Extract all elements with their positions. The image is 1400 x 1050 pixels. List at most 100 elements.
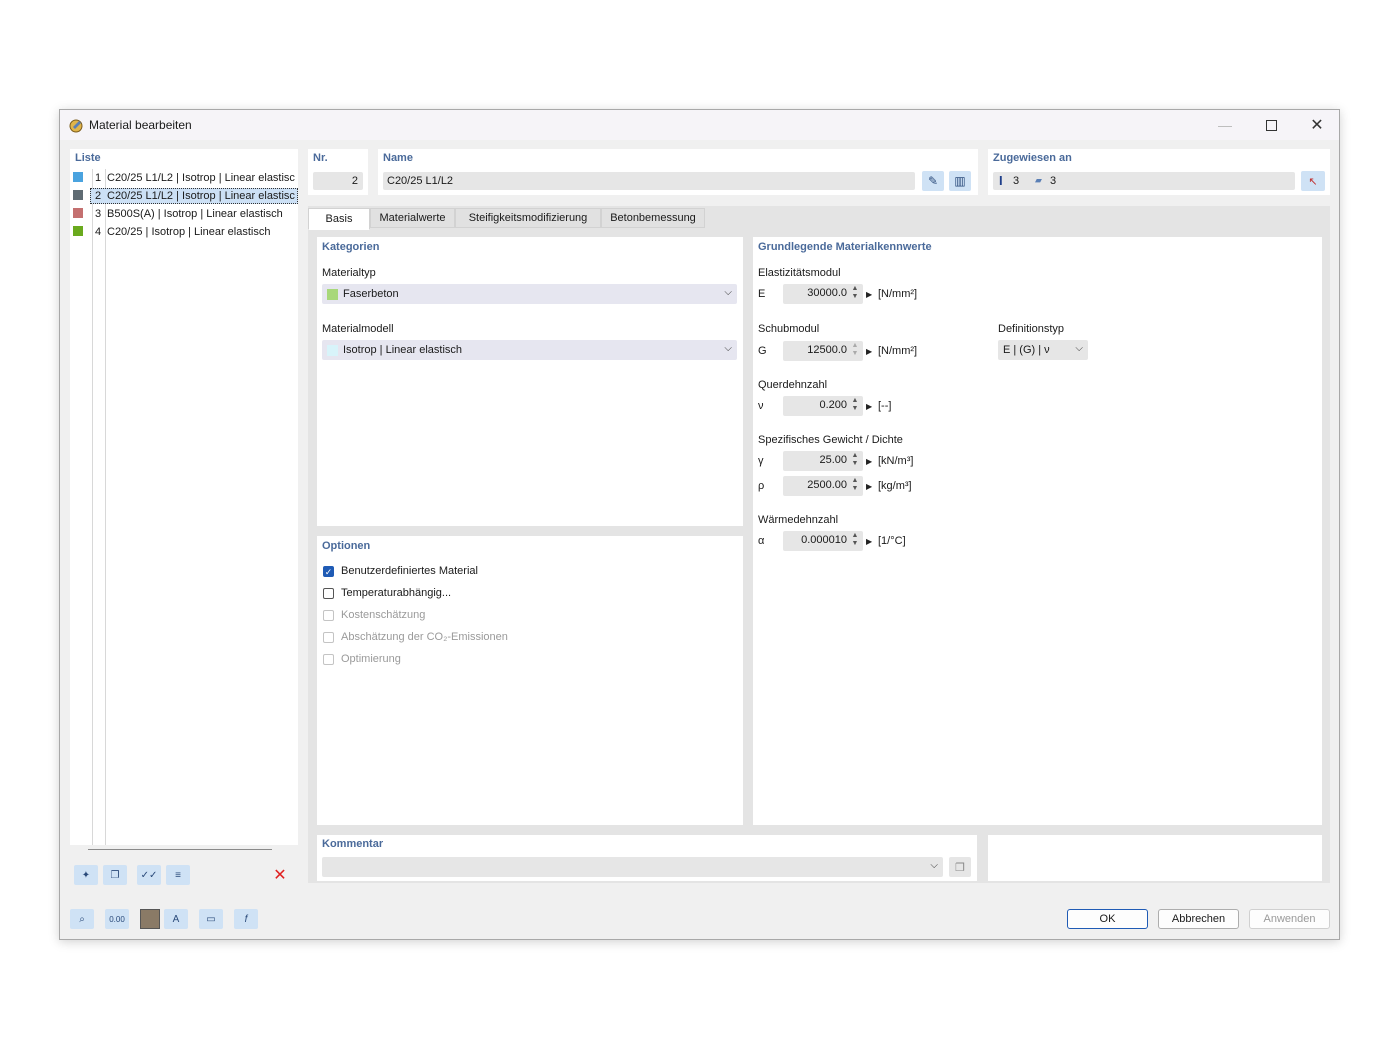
- units-button[interactable]: 0.00: [105, 909, 129, 929]
- display-icon: A: [173, 914, 180, 925]
- ok-button[interactable]: OK: [1067, 909, 1148, 929]
- decimal-icon: 0.00: [109, 915, 125, 924]
- search-icon: ⌕: [79, 914, 85, 925]
- apply-button[interactable]: Anwenden: [1249, 909, 1330, 929]
- new-material-button[interactable]: ✦: [74, 865, 98, 885]
- e-symbol: E: [758, 288, 765, 300]
- material-properties-panel: Grundlegende Materialkennwerte Elastizit…: [753, 237, 1322, 825]
- alpha-symbol: α: [758, 535, 764, 547]
- tab-steifigkeitsmodifizierung[interactable]: Steifigkeitsmodifizierung: [455, 208, 601, 228]
- material-color-icon: [73, 226, 83, 236]
- comment-input[interactable]: ⌵: [322, 857, 943, 877]
- edit-name-button[interactable]: ✎: [922, 171, 944, 191]
- list-header: Liste: [75, 152, 101, 164]
- definition-type-value: E | (G) | ν: [1003, 344, 1050, 356]
- material-type-select[interactable]: Faserbeton ⌵: [322, 284, 737, 304]
- spinner-icon[interactable]: ▲▼: [851, 532, 859, 550]
- tab-betonbemessung[interactable]: Betonbemessung: [601, 208, 705, 228]
- material-model-select[interactable]: Isotrop | Linear elastisch ⌵: [322, 340, 737, 360]
- list-item-number: 1: [95, 172, 101, 184]
- list-item[interactable]: 1C20/25 L1/L2 | Isotrop | Linear elastis…: [70, 170, 298, 187]
- function-icon: f: [245, 914, 248, 925]
- list-item[interactable]: 3B500S(A) | Isotrop | Linear elastisch: [70, 206, 298, 223]
- definition-type-select[interactable]: E | (G) | ν ⌵: [998, 340, 1088, 360]
- list-item-label: C20/25 | Isotrop | Linear elastisch: [107, 226, 297, 238]
- alpha-unit: [1/°C]: [878, 535, 906, 547]
- g-symbol: G: [758, 345, 767, 357]
- thermal-expansion-input[interactable]: 0.000010 ▲▼: [783, 531, 863, 551]
- weight-group-label: Spezifisches Gewicht / Dichte: [758, 434, 903, 446]
- member-icon: I: [999, 173, 1003, 188]
- material-model-label: Materialmodell: [322, 323, 394, 335]
- option-label[interactable]: Benutzerdefiniertes Material: [341, 565, 478, 577]
- search-button[interactable]: ⌕: [70, 909, 94, 929]
- tab-basis[interactable]: Basis: [308, 208, 370, 230]
- color-button[interactable]: [140, 909, 160, 929]
- set-icon: ▰: [1035, 175, 1042, 186]
- alpha-menu-arrow-icon[interactable]: ▶: [866, 537, 872, 546]
- comment-copy-button[interactable]: ❐: [949, 857, 971, 877]
- tab-container: BasisMaterialwerteSteifigkeitsmodifizier…: [308, 206, 1330, 883]
- g-group-label: Schubmodul: [758, 323, 819, 335]
- nr-label: Nr.: [313, 152, 328, 164]
- edit-icon: ✎: [928, 174, 938, 188]
- option-label[interactable]: Temperaturabhängig...: [341, 587, 451, 599]
- list-item-number: 3: [95, 208, 101, 220]
- name-input[interactable]: C20/25 L1/L2: [383, 172, 915, 190]
- check-used-button[interactable]: ✓✓: [137, 865, 161, 885]
- spinner-icon[interactable]: ▲▼: [851, 342, 859, 360]
- display-properties-button[interactable]: A: [164, 909, 188, 929]
- g-modulus-input[interactable]: 12500.0 ▲▼: [783, 341, 863, 361]
- formula-button[interactable]: f: [234, 909, 258, 929]
- spinner-icon[interactable]: ▲▼: [851, 285, 859, 303]
- specific-weight-input[interactable]: 25.00 ▲▼: [783, 451, 863, 471]
- sets-count: 3: [1050, 175, 1056, 187]
- view-button[interactable]: ▭: [199, 909, 223, 929]
- density-input[interactable]: 2500.00 ▲▼: [783, 476, 863, 496]
- option-checkbox[interactable]: [323, 588, 334, 599]
- nu-menu-arrow-icon[interactable]: ▶: [866, 402, 872, 411]
- e-modulus-input[interactable]: 30000.0 ▲▼: [783, 284, 863, 304]
- delete-icon: ✕: [273, 865, 286, 885]
- list-item-number: 4: [95, 226, 101, 238]
- spinner-icon[interactable]: ▲▼: [851, 452, 859, 470]
- comment-preview-panel: [988, 835, 1322, 881]
- window-title: Material bearbeiten: [89, 118, 192, 132]
- maximize-button[interactable]: [1248, 110, 1294, 140]
- spinner-icon[interactable]: ▲▼: [851, 477, 859, 495]
- comment-label: Kommentar: [322, 838, 383, 850]
- spinner-icon[interactable]: ▲▼: [851, 397, 859, 415]
- list-item[interactable]: 4 C20/25 | Isotrop | Linear elastisch: [70, 224, 298, 241]
- select-assigned-button[interactable]: ↖: [1301, 171, 1325, 191]
- material-color-icon: [73, 172, 83, 182]
- list-item[interactable]: 2C20/25 L1/L2 | Isotrop | Linear elastis…: [70, 188, 298, 205]
- gamma-menu-arrow-icon[interactable]: ▶: [866, 457, 872, 466]
- material-color-icon: [73, 208, 83, 218]
- copy-icon: ❐: [955, 861, 965, 874]
- nu-symbol: ν: [758, 400, 764, 412]
- nr-panel: Nr. 2: [308, 149, 368, 195]
- library-button[interactable]: ▥: [949, 171, 971, 191]
- poisson-input[interactable]: 0.200 ▲▼: [783, 396, 863, 416]
- cancel-button[interactable]: Abbrechen: [1158, 909, 1239, 929]
- option-checkbox[interactable]: ✓: [323, 566, 334, 577]
- option-checkbox: [323, 610, 334, 621]
- tab-materialwerte[interactable]: Materialwerte: [370, 208, 455, 228]
- g-menu-arrow-icon[interactable]: ▶: [866, 347, 872, 356]
- options-header: Optionen: [322, 540, 370, 552]
- gamma-symbol: γ: [758, 455, 764, 467]
- comment-panel: Kommentar ⌵ ❐: [317, 835, 977, 881]
- chevron-down-icon: ⌵: [930, 860, 938, 871]
- title-bar: Material bearbeiten — ✕: [60, 110, 1339, 140]
- check-unused-button[interactable]: ≡: [166, 865, 190, 885]
- nr-value: 2: [352, 175, 358, 187]
- copy-material-button[interactable]: ❐: [103, 865, 127, 885]
- check-icon: ✓✓: [141, 870, 158, 881]
- chevron-down-icon: ⌵: [1075, 343, 1083, 354]
- e-menu-arrow-icon[interactable]: ▶: [866, 290, 872, 299]
- rho-menu-arrow-icon[interactable]: ▶: [866, 482, 872, 491]
- delete-material-button[interactable]: ✕: [268, 865, 292, 885]
- minimize-button[interactable]: —: [1202, 110, 1248, 140]
- close-button[interactable]: ✕: [1294, 110, 1340, 140]
- material-model-color-icon: [327, 345, 338, 356]
